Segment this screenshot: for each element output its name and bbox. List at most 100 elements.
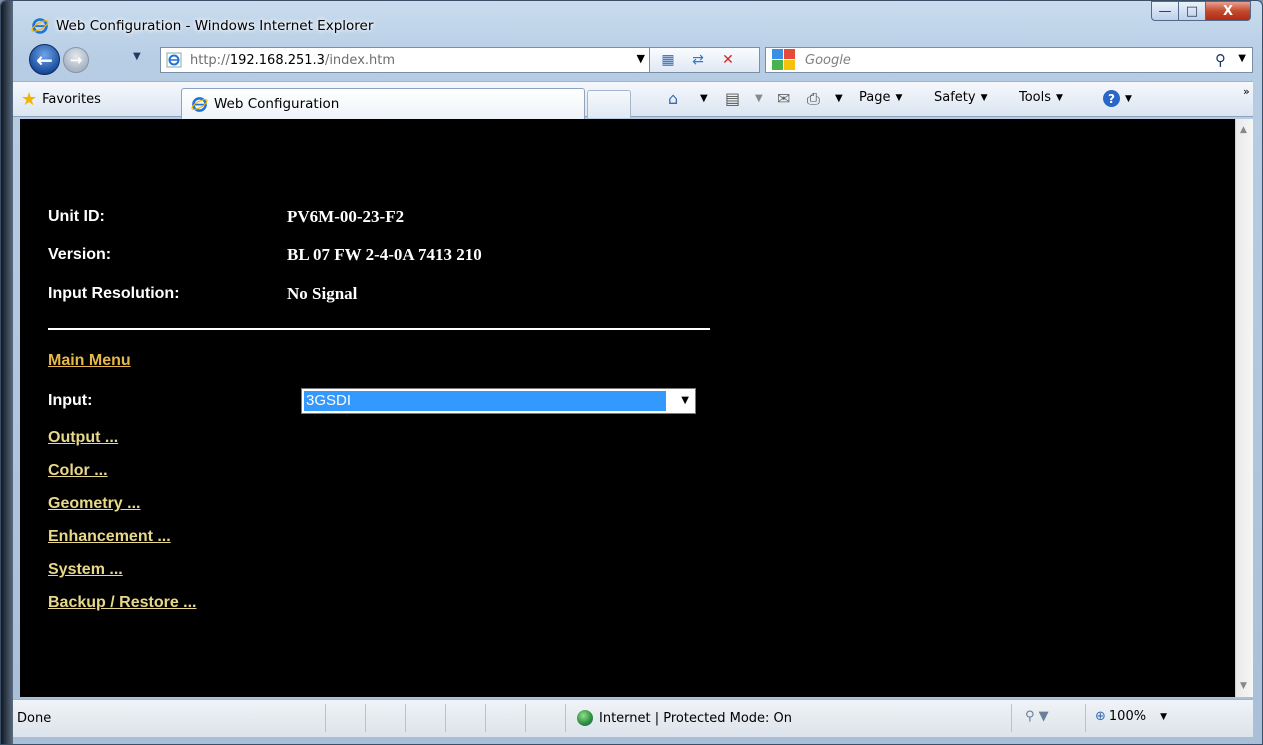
tools-menu-label: Tools	[1019, 90, 1052, 105]
minimize-icon: —	[1158, 3, 1172, 19]
version-row: Version: BL 07 FW 2-4-0A 7413 210	[48, 245, 482, 265]
address-bar[interactable]: http://192.168.251.3/index.htm ▼	[160, 47, 650, 73]
feeds-icon[interactable]: ▤	[725, 89, 740, 108]
input-resolution-label: Input Resolution:	[48, 285, 180, 302]
minimize-button[interactable]: —	[1151, 1, 1178, 21]
page-ie-icon	[166, 52, 182, 68]
status-divider	[485, 704, 486, 732]
system-link[interactable]: System ...	[48, 561, 123, 579]
status-divider	[405, 704, 406, 732]
version-label: Version:	[48, 246, 112, 263]
status-divider	[1011, 704, 1012, 732]
title-bar: Web Configuration - Windows Internet Exp…	[13, 1, 1253, 41]
safety-menu[interactable]: Safety ▼	[934, 90, 988, 105]
forward-arrow-icon: →	[69, 51, 83, 69]
geometry-link[interactable]: Geometry ...	[48, 495, 140, 513]
security-zone[interactable]: Internet | Protected Mode: On	[577, 710, 792, 726]
page-menu[interactable]: Page ▼	[859, 90, 902, 105]
safety-menu-label: Safety	[934, 90, 976, 105]
recent-pages-dropdown[interactable]: ▼	[133, 51, 141, 62]
maximize-button[interactable]: □	[1178, 1, 1205, 21]
window-title: Web Configuration - Windows Internet Exp…	[56, 18, 374, 34]
zoom-dropdown-icon: ▼	[1160, 711, 1167, 722]
status-divider	[325, 704, 326, 732]
unit-id-value: PV6M-00-23-F2	[287, 207, 405, 226]
main-menu-link[interactable]: Main Menu	[48, 352, 131, 370]
favorites-star-icon: ★	[21, 89, 38, 110]
home-icon[interactable]: ⌂	[668, 89, 678, 108]
zoom-level: 100%	[1108, 709, 1147, 724]
ie-logo-icon	[31, 18, 49, 34]
scroll-down-icon[interactable]: ▼	[1240, 681, 1247, 691]
desktop-edge	[1, 1, 13, 744]
help-arrow-icon: ▼	[1125, 93, 1132, 104]
help-icon: ?	[1103, 90, 1120, 107]
unit-id-row: Unit ID: PV6M-00-23-F2	[48, 207, 404, 227]
unit-id-label: Unit ID:	[48, 208, 105, 225]
tools-menu[interactable]: Tools ▼	[1019, 90, 1063, 105]
input-label: Input:	[48, 392, 93, 409]
stop-icon[interactable]: ✕	[716, 50, 740, 70]
input-resolution-row: Input Resolution: No Signal	[48, 284, 357, 304]
browser-window: Web Configuration - Windows Internet Exp…	[0, 0, 1263, 745]
page-content: Unit ID: PV6M-00-23-F2 Version: BL 07 FW…	[20, 119, 1253, 697]
more-commands-icon[interactable]: »	[1243, 85, 1250, 98]
address-dropdown-icon[interactable]: ▼	[637, 52, 645, 65]
print-dropdown-icon[interactable]: ▼	[835, 93, 843, 104]
page-menu-arrow-icon: ▼	[895, 92, 903, 103]
color-link[interactable]: Color ...	[48, 462, 108, 480]
close-icon: X	[1222, 3, 1234, 19]
print-icon[interactable]: ⎙	[807, 89, 820, 109]
favorites-button[interactable]: ★ Favorites	[21, 89, 101, 110]
url-host: 192.168.251.3	[229, 52, 325, 68]
status-divider	[525, 704, 526, 732]
tab-title: Web Configuration	[214, 96, 340, 112]
status-divider	[1085, 704, 1086, 732]
vertical-scrollbar[interactable]: ▲ ▼	[1235, 119, 1253, 697]
tools-menu-arrow-icon: ▼	[1056, 92, 1063, 103]
close-button[interactable]: X	[1205, 1, 1251, 21]
output-link[interactable]: Output ...	[48, 429, 118, 447]
forward-button[interactable]: →	[63, 47, 89, 73]
search-dropdown-icon[interactable]: ▼	[1238, 53, 1246, 64]
window-controls: — □ X	[1151, 1, 1251, 21]
search-icon[interactable]: ⚲	[1215, 51, 1226, 69]
url-text: http://192.168.251.3/index.htm	[190, 53, 395, 68]
status-divider	[445, 704, 446, 732]
zoom-control[interactable]: ⊕ 100% ▼	[1095, 709, 1167, 724]
new-tab-button[interactable]	[587, 90, 631, 118]
enhancement-link[interactable]: Enhancement ...	[48, 528, 171, 546]
tab-web-configuration[interactable]: Web Configuration	[181, 88, 585, 119]
divider	[48, 328, 710, 330]
tab-ie-icon	[191, 96, 208, 112]
input-select[interactable]: 3GSDI ▼	[301, 388, 696, 414]
version-value: BL 07 FW 2-4-0A 7413 210	[287, 245, 482, 264]
backup-restore-link[interactable]: Backup / Restore ...	[48, 594, 197, 612]
status-bar: Done Internet | Protected Mode: On ⚲ ▼ ⊕…	[13, 699, 1253, 737]
google-logo-icon	[769, 48, 799, 72]
zoom-icon: ⊕	[1095, 709, 1106, 724]
input-select-value: 3GSDI	[304, 391, 666, 411]
page-menu-label: Page	[859, 90, 891, 105]
home-dropdown-icon[interactable]: ▼	[700, 93, 708, 104]
safety-menu-arrow-icon: ▼	[980, 92, 988, 103]
refresh-icon[interactable]: ⇄	[686, 50, 710, 70]
status-divider	[365, 704, 366, 732]
feeds-dropdown-icon[interactable]: ▼	[755, 93, 763, 104]
maximize-icon: □	[1185, 3, 1199, 19]
chevron-down-icon: ▼	[681, 395, 689, 406]
input-row: Input:	[48, 392, 287, 410]
address-row: ← → ▼ http://192.168.251.3/index.htm ▼ ▦…	[13, 43, 1253, 77]
status-text: Done	[17, 711, 52, 726]
read-mail-icon[interactable]: ✉	[777, 89, 790, 108]
back-arrow-icon: ←	[36, 47, 53, 72]
back-button[interactable]: ←	[29, 44, 60, 75]
scroll-up-icon[interactable]: ▲	[1240, 125, 1247, 135]
url-prefix: http://	[190, 52, 230, 68]
compatibility-view-icon[interactable]: ▦	[656, 50, 680, 70]
command-bar: ★ Favorites Web Configuration ⌂ ▼ ▤ ▼ ✉ …	[13, 81, 1253, 119]
help-menu[interactable]: ? ▼	[1103, 90, 1132, 107]
search-box[interactable]: Google ⚲ ▼	[765, 47, 1253, 73]
input-resolution-value: No Signal	[287, 284, 358, 303]
protected-mode-icon[interactable]: ⚲ ▼	[1025, 709, 1049, 724]
